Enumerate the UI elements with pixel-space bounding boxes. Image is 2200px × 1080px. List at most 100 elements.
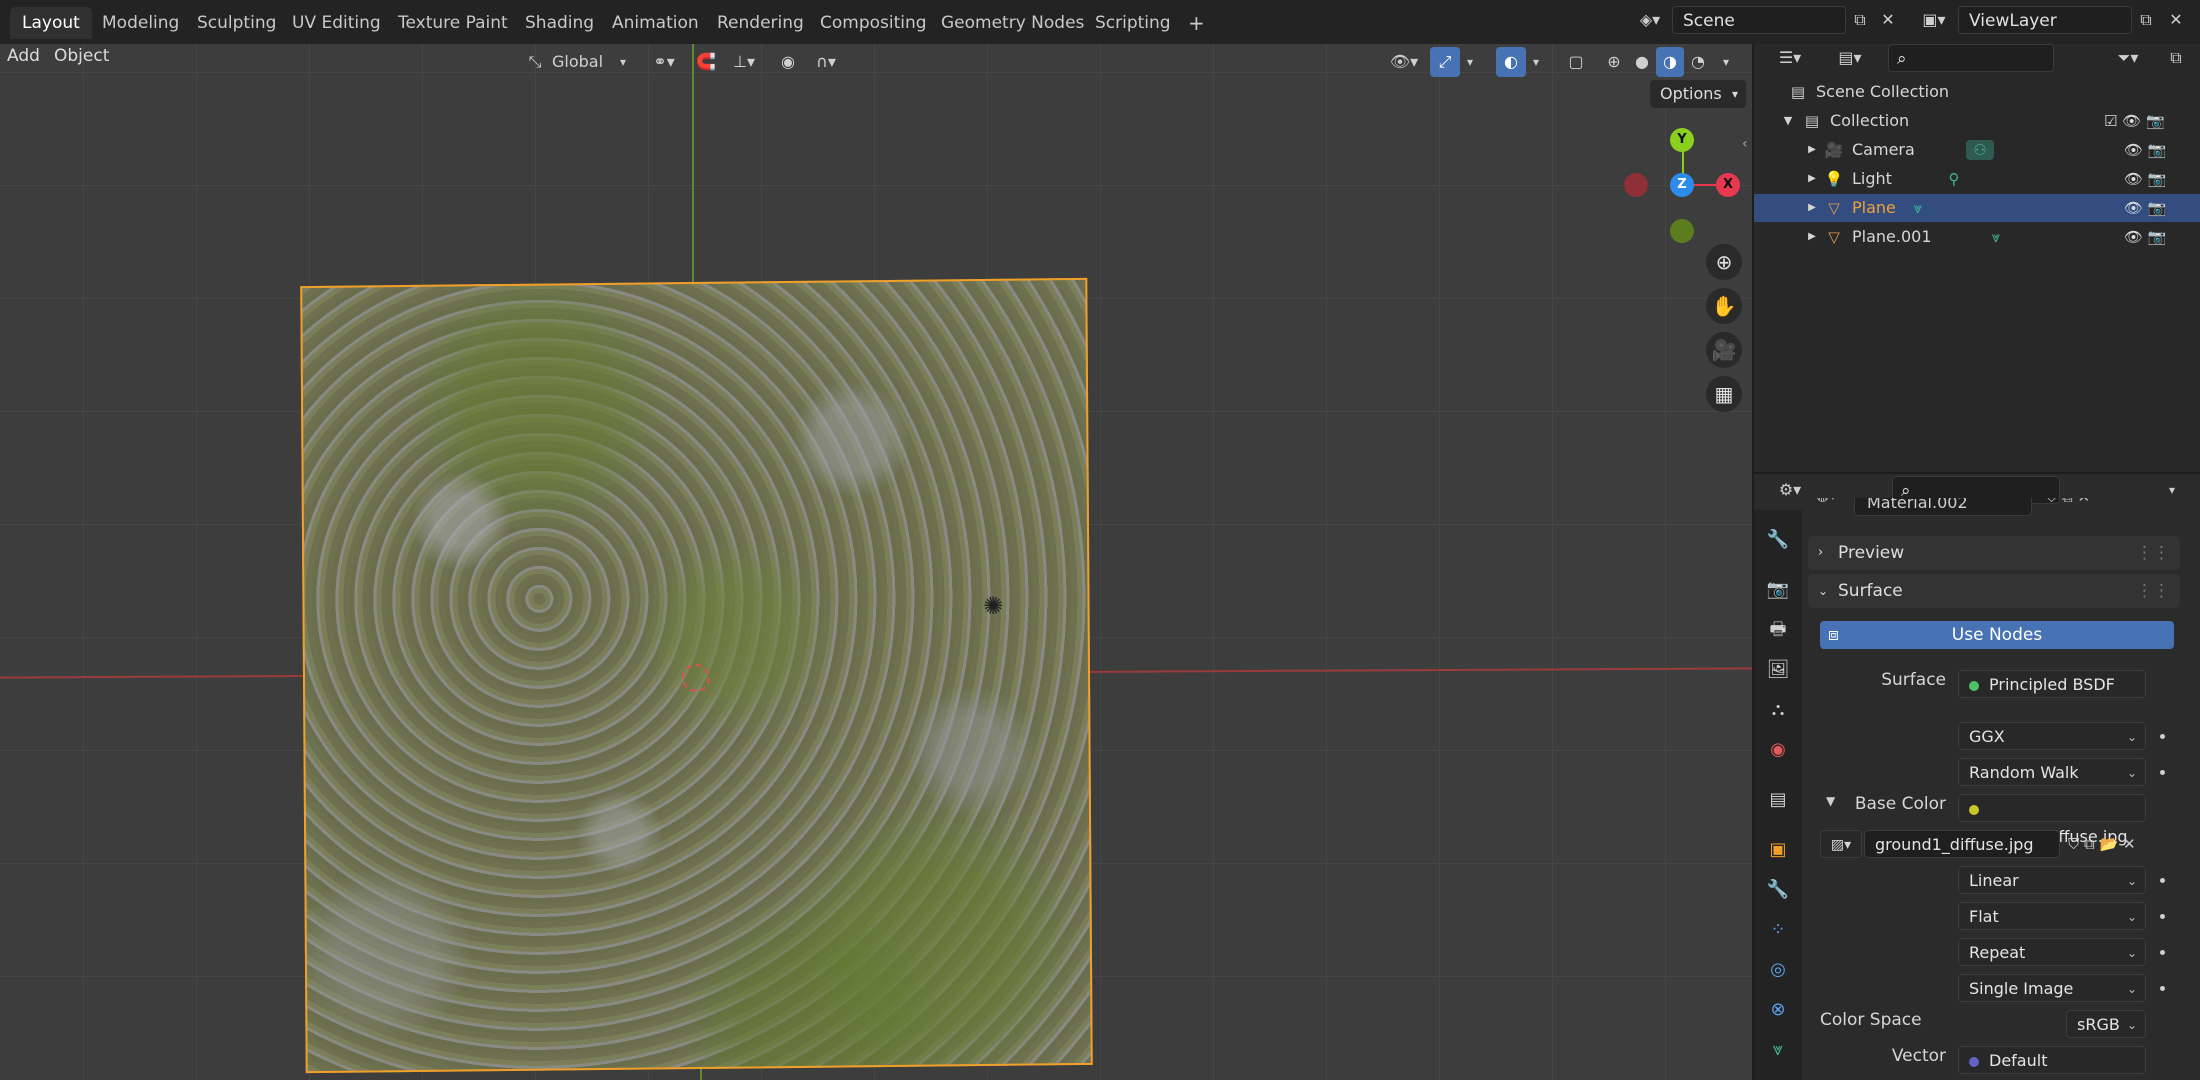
tab-modeling[interactable]: Modeling: [90, 7, 191, 39]
wireframe-shading-icon[interactable]: ⊕: [1600, 47, 1628, 77]
object-tab-icon[interactable]: ▣: [1764, 836, 1792, 864]
vector-field[interactable]: Default: [1958, 1046, 2146, 1074]
scene-close-icon[interactable]: ✕: [1874, 6, 1902, 34]
keyframe-dot-icon[interactable]: [2160, 914, 2165, 919]
gizmo-toggle-icon[interactable]: ⤢: [1430, 47, 1460, 77]
world-tab-icon[interactable]: ◉: [1764, 736, 1792, 764]
snap-target-icon[interactable]: ⊥▾: [722, 47, 766, 77]
3d-cursor-icon[interactable]: [682, 664, 710, 692]
add-menu[interactable]: Add: [7, 46, 40, 66]
tab-scripting[interactable]: Scripting: [1083, 7, 1183, 39]
editor-type-icon[interactable]: ⚙▾: [1770, 476, 1810, 504]
keyframe-dot-icon[interactable]: [2160, 770, 2165, 775]
image-name-field[interactable]: ground1_diffuse.jpg: [1864, 830, 2060, 858]
use-nodes-button[interactable]: ⧈ Use Nodes: [1820, 621, 2174, 649]
gizmo-neg-x-axis[interactable]: [1624, 173, 1648, 197]
tab-compositing[interactable]: Compositing: [808, 7, 939, 39]
tab-geometry-nodes[interactable]: Geometry Nodes: [929, 7, 1096, 39]
drag-handle-icon[interactable]: ⋮⋮: [2136, 536, 2170, 570]
collapse-arrow-icon[interactable]: ▼: [1778, 111, 1798, 131]
source-dropdown[interactable]: Single Image ⌄: [1958, 974, 2146, 1002]
keyframe-dot-icon[interactable]: [2160, 878, 2165, 883]
projection-dropdown[interactable]: Flat ⌄: [1958, 902, 2146, 930]
outliner-item-light[interactable]: ▶ 💡 Light ⚲ 👁 📷: [1754, 165, 2200, 193]
tab-rendering[interactable]: Rendering: [705, 7, 816, 39]
viewlayer-name-field[interactable]: ViewLayer: [1958, 6, 2132, 34]
pivot-point-icon[interactable]: ⚭▾: [642, 47, 686, 77]
scene-collection-row[interactable]: ▤ Scene Collection: [1754, 78, 2200, 106]
outliner-item-plane[interactable]: ▶ ▽ Plane ⩔ 👁 📷: [1754, 194, 2200, 222]
color-space-dropdown[interactable]: sRGB ⌄: [2066, 1010, 2146, 1038]
tab-layout[interactable]: Layout: [10, 7, 92, 39]
constraints-tab-icon[interactable]: ⊗: [1764, 996, 1792, 1024]
visibility-toggles[interactable]: 👁 📷: [2124, 136, 2180, 164]
snap-toggle-icon[interactable]: 🧲: [692, 47, 720, 77]
visibility-toggles[interactable]: 👁 📷: [2124, 223, 2180, 251]
new-collection-icon[interactable]: ⧉: [2162, 44, 2190, 72]
filter-icon[interactable]: ⏷▾: [2106, 44, 2150, 72]
expand-arrow-icon[interactable]: ▶: [1802, 140, 1822, 160]
viewlayer-browse-icon[interactable]: ▣▾: [1912, 6, 1956, 34]
keyframe-dot-icon[interactable]: [2160, 950, 2165, 955]
physics-tab-icon[interactable]: ◎: [1764, 956, 1792, 984]
render-tab-icon[interactable]: 📷: [1764, 576, 1792, 604]
image-actions-icon[interactable]: ⛉ ⧉ 📂 ✕: [2068, 830, 2136, 858]
add-workspace-button[interactable]: +: [1176, 7, 1217, 39]
keyframe-dot-icon[interactable]: [2160, 986, 2165, 991]
outliner-search-input[interactable]: ⌕: [1888, 44, 2054, 72]
base-color-texture-field[interactable]: ground1_diffuse.jpg: [1958, 794, 2146, 846]
options-dropdown[interactable]: Options ▾: [1650, 80, 1746, 108]
tab-texture-paint[interactable]: Texture Paint: [386, 7, 520, 39]
visibility-toggles[interactable]: 👁 📷: [2124, 194, 2180, 222]
surface-panel-header[interactable]: ⌄ Surface ⋮⋮: [1808, 574, 2180, 608]
falloff-icon[interactable]: ∩▾: [806, 47, 846, 77]
keyframe-dot-icon[interactable]: [2160, 734, 2165, 739]
gizmo-z-axis[interactable]: Z: [1670, 173, 1694, 197]
expand-arrow-icon[interactable]: ▶: [1802, 169, 1822, 189]
scene-browse-icon[interactable]: ◈▾: [1628, 6, 1672, 34]
mesh-data-icon[interactable]: ⩔: [1986, 227, 2006, 247]
modifier-wrench-icon[interactable]: 🔧: [1764, 876, 1792, 904]
solid-shading-icon[interactable]: ●: [1628, 47, 1656, 77]
scene-tab-icon[interactable]: ⛬: [1764, 696, 1792, 724]
viewlayer-close-icon[interactable]: ✕: [2162, 6, 2190, 34]
collection-row[interactable]: ▼ ▤ Collection ☑ 👁 📷: [1754, 107, 2200, 135]
material-actions-icon[interactable]: ⛉ ⧉ ✕: [2046, 498, 2090, 506]
gizmo-neg-y-axis[interactable]: [1670, 219, 1694, 243]
editor-type-icon[interactable]: ☰▾: [1770, 44, 1810, 72]
ortho-grid-icon[interactable]: ▦: [1706, 376, 1742, 412]
pan-hand-icon[interactable]: ✋: [1706, 288, 1742, 324]
collection-toggles[interactable]: ☑ 👁 📷: [2104, 107, 2180, 135]
light-object-icon[interactable]: ✺: [983, 592, 1003, 620]
gizmo-x-axis[interactable]: X: [1716, 173, 1740, 197]
expand-arrow-icon[interactable]: ▶: [1802, 227, 1822, 247]
extension-dropdown[interactable]: Repeat ⌄: [1958, 938, 2146, 966]
chevron-down-icon[interactable]: ▾: [1716, 47, 1736, 77]
object-menu[interactable]: Object: [54, 46, 109, 66]
material-name-field[interactable]: Material.002: [1854, 498, 2032, 516]
scene-name-field[interactable]: Scene: [1672, 6, 1846, 34]
sidebar-toggle-icon[interactable]: ‹: [1742, 136, 1748, 152]
camera-view-icon[interactable]: 🎥: [1706, 332, 1742, 368]
visibility-icon[interactable]: 👁▾: [1382, 47, 1426, 77]
light-data-icon[interactable]: ⚲: [1944, 169, 1964, 189]
collection-tab-icon[interactable]: ▤: [1764, 786, 1792, 814]
tab-uv-editing[interactable]: UV Editing: [280, 7, 393, 39]
tab-shading[interactable]: Shading: [513, 7, 606, 39]
gizmo-y-axis[interactable]: Y: [1670, 128, 1694, 152]
zoom-icon[interactable]: ⊕: [1706, 244, 1742, 280]
output-tab-icon[interactable]: 🖶: [1764, 616, 1792, 644]
xray-toggle-icon[interactable]: ▢: [1562, 47, 1590, 77]
distribution-dropdown[interactable]: GGX ⌄: [1958, 722, 2146, 750]
rendered-shading-icon[interactable]: ◔: [1684, 47, 1712, 77]
tab-animation[interactable]: Animation: [600, 7, 711, 39]
viewlayer-copy-icon[interactable]: ⧉: [2132, 6, 2160, 34]
mesh-data-icon[interactable]: ⩔: [1908, 198, 1928, 218]
material-browse-icon[interactable]: ◍▾: [1816, 498, 1837, 504]
tab-sculpting[interactable]: Sculpting: [185, 7, 288, 39]
image-browse-icon[interactable]: ▨▾: [1820, 830, 1862, 858]
visibility-toggles[interactable]: 👁 📷: [2124, 165, 2180, 193]
overlay-toggle-icon[interactable]: ◐: [1496, 47, 1526, 77]
interpolation-dropdown[interactable]: Linear ⌄: [1958, 866, 2146, 894]
scene-copy-icon[interactable]: ⧉: [1846, 6, 1874, 34]
